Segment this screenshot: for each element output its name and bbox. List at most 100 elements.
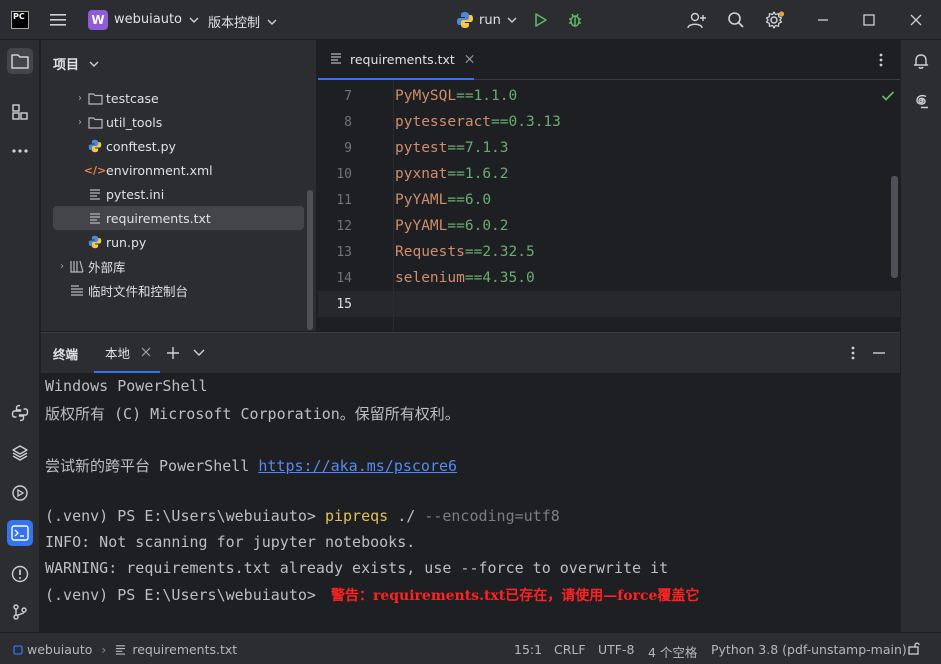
editor-scrollbar[interactable] bbox=[891, 176, 898, 278]
ai-assistant-spiral-icon[interactable] bbox=[908, 88, 934, 114]
run-icon[interactable] bbox=[530, 9, 552, 31]
module-square-icon bbox=[13, 644, 23, 655]
vcs-label: 版本控制 bbox=[208, 16, 261, 31]
line-number: 12 bbox=[336, 218, 352, 234]
project-selector[interactable]: webuiauto bbox=[114, 12, 201, 27]
tree-item-environment-xml[interactable]: </> environment.xml bbox=[53, 158, 304, 182]
code-line[interactable]: 9 pytest==7.1.3 bbox=[318, 135, 900, 161]
maximize-window-icon[interactable] bbox=[858, 9, 880, 31]
terminal-command-flag: --encoding=utf8 bbox=[424, 507, 560, 525]
terminal-prompt-line[interactable]: (.venv) PS E:\Users\webuiauto> 警告：requir… bbox=[45, 585, 699, 605]
code-line[interactable]: 7 PyMySQL==1.1.0 bbox=[318, 83, 900, 109]
add-user-icon[interactable] bbox=[686, 9, 708, 31]
line-number: 10 bbox=[336, 166, 352, 182]
terminal-output-line: 尝试新的跨平台 PowerShell https://aka.ms/pscore… bbox=[45, 455, 457, 476]
project-panel-header[interactable]: 项目 bbox=[53, 54, 101, 73]
status-interpreter[interactable]: Python 3.8 (pdf-unstamp-main) bbox=[711, 642, 907, 657]
xml-file-icon: </> bbox=[83, 163, 107, 177]
search-icon[interactable] bbox=[725, 9, 747, 31]
code-line[interactable]: 12 PyYAML==6.0.2 bbox=[318, 213, 900, 239]
project-panel-scrollbar[interactable] bbox=[307, 190, 313, 330]
tree-item-conftest[interactable]: conftest.py bbox=[53, 134, 304, 158]
app-logo: PC bbox=[11, 11, 29, 29]
tree-item-label: util_tools bbox=[106, 114, 163, 130]
package-version: 1.1.0 bbox=[473, 88, 518, 104]
editor-tab-requirements[interactable]: requirements.txt bbox=[318, 40, 474, 80]
close-tab-icon[interactable] bbox=[465, 54, 474, 64]
code-line[interactable]: 13 Requests==2.32.5 bbox=[318, 239, 900, 265]
package-name: Requests bbox=[395, 244, 465, 260]
structure-icon[interactable] bbox=[7, 99, 33, 125]
services-icon[interactable] bbox=[7, 480, 33, 506]
terminal-output-line: INFO: Not scanning for jupyter notebooks… bbox=[45, 533, 416, 551]
code-line[interactable]: 10 pyxnat==1.6.2 bbox=[318, 161, 900, 187]
git-icon[interactable] bbox=[7, 599, 33, 625]
run-configuration-selector[interactable]: run bbox=[456, 11, 519, 29]
status-line-ending[interactable]: CRLF bbox=[554, 642, 586, 657]
code-line[interactable]: 14 selenium==4.35.0 bbox=[318, 265, 900, 291]
package-version: 4.35.0 bbox=[482, 270, 535, 286]
version-operator: == bbox=[447, 192, 465, 208]
status-encoding[interactable]: UTF-8 bbox=[598, 642, 634, 657]
code-line[interactable]: 8 pytesseract==0.3.13 bbox=[318, 109, 900, 135]
problems-icon[interactable] bbox=[7, 561, 33, 587]
terminal-tool-icon[interactable] bbox=[7, 520, 33, 546]
tree-item-pytest-ini[interactable]: pytest.ini bbox=[53, 182, 304, 206]
package-version: 2.32.5 bbox=[482, 244, 535, 260]
unlock-icon[interactable] bbox=[907, 641, 921, 655]
debug-icon[interactable] bbox=[564, 9, 586, 31]
tree-item-requirements-txt[interactable]: requirements.txt bbox=[53, 206, 304, 230]
project-badge[interactable]: W bbox=[88, 10, 108, 30]
terminal-more-options-icon[interactable] bbox=[842, 342, 864, 364]
text-file-icon bbox=[87, 210, 103, 226]
status-indent[interactable]: 4 个空格 bbox=[648, 642, 697, 661]
version-operator: == bbox=[491, 114, 509, 130]
terminal-tab-label: 本地 bbox=[105, 345, 131, 361]
tree-item-util-tools[interactable]: › util_tools bbox=[53, 110, 304, 134]
main-menu-icon[interactable] bbox=[50, 12, 68, 28]
terminal-tab-local[interactable]: 本地 bbox=[94, 333, 160, 373]
chevron-down-icon bbox=[189, 17, 199, 23]
left-tool-window-bar bbox=[0, 40, 40, 632]
breadcrumb-separator-icon: › bbox=[101, 642, 107, 657]
status-breadcrumb[interactable]: webuiauto › requirements.txt bbox=[13, 642, 237, 657]
terminal-dropdown-chevron-icon[interactable] bbox=[188, 342, 210, 364]
minimize-window-icon[interactable] bbox=[812, 9, 834, 31]
status-project: webuiauto bbox=[27, 642, 93, 657]
tree-item-run-py[interactable]: run.py bbox=[53, 230, 304, 254]
project-panel-title: 项目 bbox=[53, 58, 80, 73]
project-tool-folder-icon[interactable] bbox=[7, 48, 33, 74]
inspection-ok-checkmark-icon[interactable] bbox=[877, 85, 899, 107]
code-line[interactable]: 11 PyYAML==6.0 bbox=[318, 187, 900, 213]
status-caret-position[interactable]: 15:1 bbox=[514, 642, 542, 657]
layers-icon[interactable] bbox=[7, 440, 33, 466]
close-tab-icon[interactable] bbox=[141, 347, 151, 357]
tree-item-external-libraries[interactable]: › 外部库 bbox=[53, 254, 304, 278]
chevron-right-icon: › bbox=[78, 116, 82, 128]
status-file: requirements.txt bbox=[132, 642, 238, 657]
new-terminal-plus-icon[interactable] bbox=[162, 342, 184, 364]
tree-item-testcase[interactable]: › testcase bbox=[53, 86, 304, 110]
close-window-icon[interactable] bbox=[905, 9, 927, 31]
chevron-right-icon: › bbox=[78, 92, 82, 104]
package-name: PyMySQL bbox=[395, 88, 457, 104]
code-line-current[interactable]: 15 bbox=[318, 291, 900, 317]
settings-gear-icon[interactable] bbox=[764, 9, 786, 31]
more-tools-icon[interactable] bbox=[7, 138, 33, 164]
line-number: 8 bbox=[344, 114, 352, 130]
tree-item-label: conftest.py bbox=[106, 138, 176, 154]
vcs-menu[interactable]: 版本控制 bbox=[208, 12, 279, 31]
text-file-icon bbox=[116, 645, 126, 655]
terminal-link[interactable]: https://aka.ms/pscore6 bbox=[258, 457, 457, 475]
tree-item-scratches[interactable]: 临时文件和控制台 bbox=[53, 278, 304, 302]
chevron-right-icon: › bbox=[60, 260, 64, 272]
tree-item-label: run.py bbox=[106, 234, 147, 250]
hide-panel-minimize-icon[interactable] bbox=[868, 342, 890, 364]
python-console-icon[interactable] bbox=[7, 400, 33, 426]
terminal-output-line: WARNING: requirements.txt already exists… bbox=[45, 559, 669, 577]
terminal-title-label: 终端 bbox=[53, 346, 79, 362]
package-version: 6.0 bbox=[464, 192, 492, 208]
editor-more-options-icon[interactable] bbox=[870, 49, 892, 71]
package-name: selenium bbox=[395, 270, 465, 286]
notifications-bell-icon[interactable] bbox=[908, 48, 934, 74]
